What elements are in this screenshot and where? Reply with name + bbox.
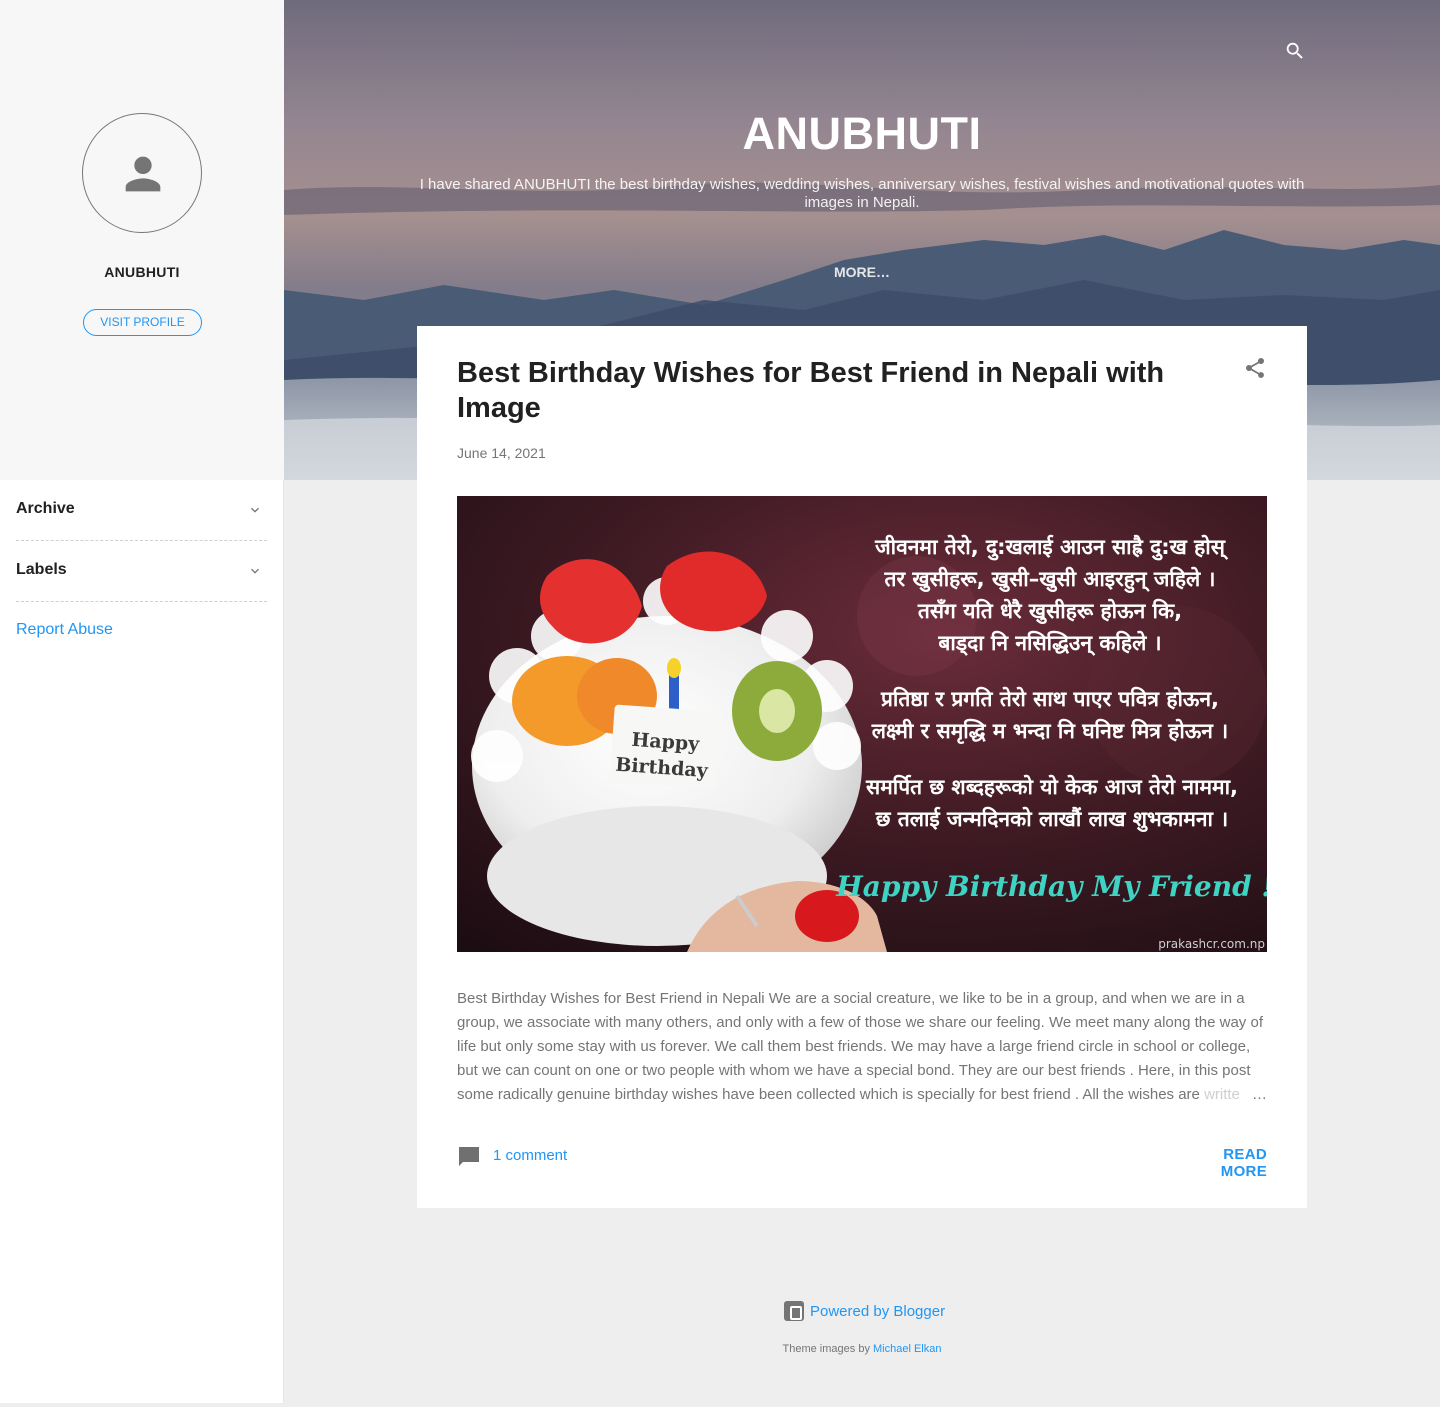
- post-image[interactable]: Happy Birthday जीवनमा तेरो, दु:खलाई आउन …: [457, 496, 1267, 952]
- theme-author-link[interactable]: Michael Elkan: [873, 1343, 941, 1355]
- birthday-cake-image: Happy Birthday जीवनमा तेरो, दु:खलाई आउन …: [457, 496, 1267, 952]
- profile-name: ANUBHUTI: [104, 264, 180, 280]
- sidebar: ANUBHUTI VISIT PROFILE Archive Labels Re…: [0, 0, 284, 1403]
- snippet-fade-text: writte: [1204, 1086, 1240, 1103]
- archive-label: Archive: [16, 500, 75, 517]
- archive-widget[interactable]: Archive: [16, 480, 267, 541]
- poem-line-8: छ तलाई जन्मदिनको लाखौं लाख शुभकामना ।: [875, 806, 1229, 833]
- image-watermark: prakashcr.com.np: [1158, 937, 1265, 951]
- poem-line-6: लक्ष्मी र समृद्धि म भन्दा नि घनिष्ट मित्…: [871, 718, 1228, 745]
- theme-credit-prefix: Theme images by: [782, 1343, 873, 1355]
- post-card: Best Birthday Wishes for Best Friend in …: [417, 326, 1307, 1208]
- snippet-ellipsis: …: [1252, 1086, 1267, 1103]
- poem-line-2: तर खुसीहरू, खुसी–खुसी आइरहुन् जहिले ।: [883, 566, 1215, 594]
- post-date[interactable]: June 14, 2021: [457, 445, 546, 461]
- labels-label: Labels: [16, 561, 67, 578]
- poem-line-1: जीवनमा तेरो, दु:खलाई आउन साह्रै दु:ख होस…: [874, 534, 1229, 561]
- comments-link[interactable]: 1 comment: [493, 1147, 567, 1164]
- visit-profile-button[interactable]: VISIT PROFILE: [83, 309, 202, 336]
- profile-section: ANUBHUTI VISIT PROFILE: [0, 0, 284, 480]
- share-icon[interactable]: [1243, 356, 1267, 380]
- person-icon: [125, 156, 161, 192]
- blog-description: I have shared ANUBHUTI the best birthday…: [419, 176, 1305, 211]
- blog-title[interactable]: ANUBHUTI: [284, 108, 1440, 160]
- more-link[interactable]: MORE…: [284, 264, 1440, 280]
- post-title[interactable]: Best Birthday Wishes for Best Friend in …: [457, 356, 1197, 426]
- powered-by-text[interactable]: Powered by Blogger: [810, 1303, 945, 1320]
- labels-widget[interactable]: Labels: [16, 541, 267, 602]
- post-snippet: Best Birthday Wishes for Best Friend in …: [457, 987, 1267, 1107]
- snippet-line-text: some radically genuine birthday wishes h…: [457, 1086, 1205, 1103]
- poem-line-4: बाड्दा नि नसिद्धिउन् कहिले ।: [937, 630, 1161, 656]
- report-abuse-link[interactable]: Report Abuse: [16, 621, 113, 639]
- snippet-line: group, we associate with many others, an…: [457, 1014, 1263, 1031]
- theme-credit: Theme images by Michael Elkan: [0, 1343, 1440, 1355]
- read-more-link[interactable]: READ MORE: [1177, 1146, 1267, 1180]
- avatar[interactable]: [82, 113, 202, 233]
- snippet-line: but we can count on one or two people wi…: [457, 1062, 1251, 1079]
- snippet-line: Best Birthday Wishes for Best Friend in …: [457, 990, 1245, 1007]
- snippet-line: some radically genuine birthday wishes h…: [457, 1083, 1267, 1107]
- snippet-line: life but only some stay with us forever.…: [457, 1038, 1251, 1055]
- chevron-down-icon[interactable]: [247, 563, 263, 579]
- poem-line-7: समर्पित छ शब्दहरूको यो केक आज तेरो नाममा…: [865, 774, 1238, 799]
- blogger-icon: [784, 1301, 804, 1321]
- poem-line-3: तसँग यति धेरै खुसीहरू होऊन कि,: [917, 598, 1182, 625]
- search-icon[interactable]: [1284, 40, 1306, 62]
- comment-icon[interactable]: [457, 1145, 481, 1169]
- greeting-text: Happy Birthday My Friend !: [835, 870, 1267, 903]
- poem-line-5: प्रतिष्ठा र प्रगति तेरो साथ पाएर पवित्र …: [880, 686, 1219, 711]
- powered-by-blogger[interactable]: Powered by Blogger: [784, 1300, 945, 1322]
- chevron-down-icon[interactable]: [247, 502, 263, 518]
